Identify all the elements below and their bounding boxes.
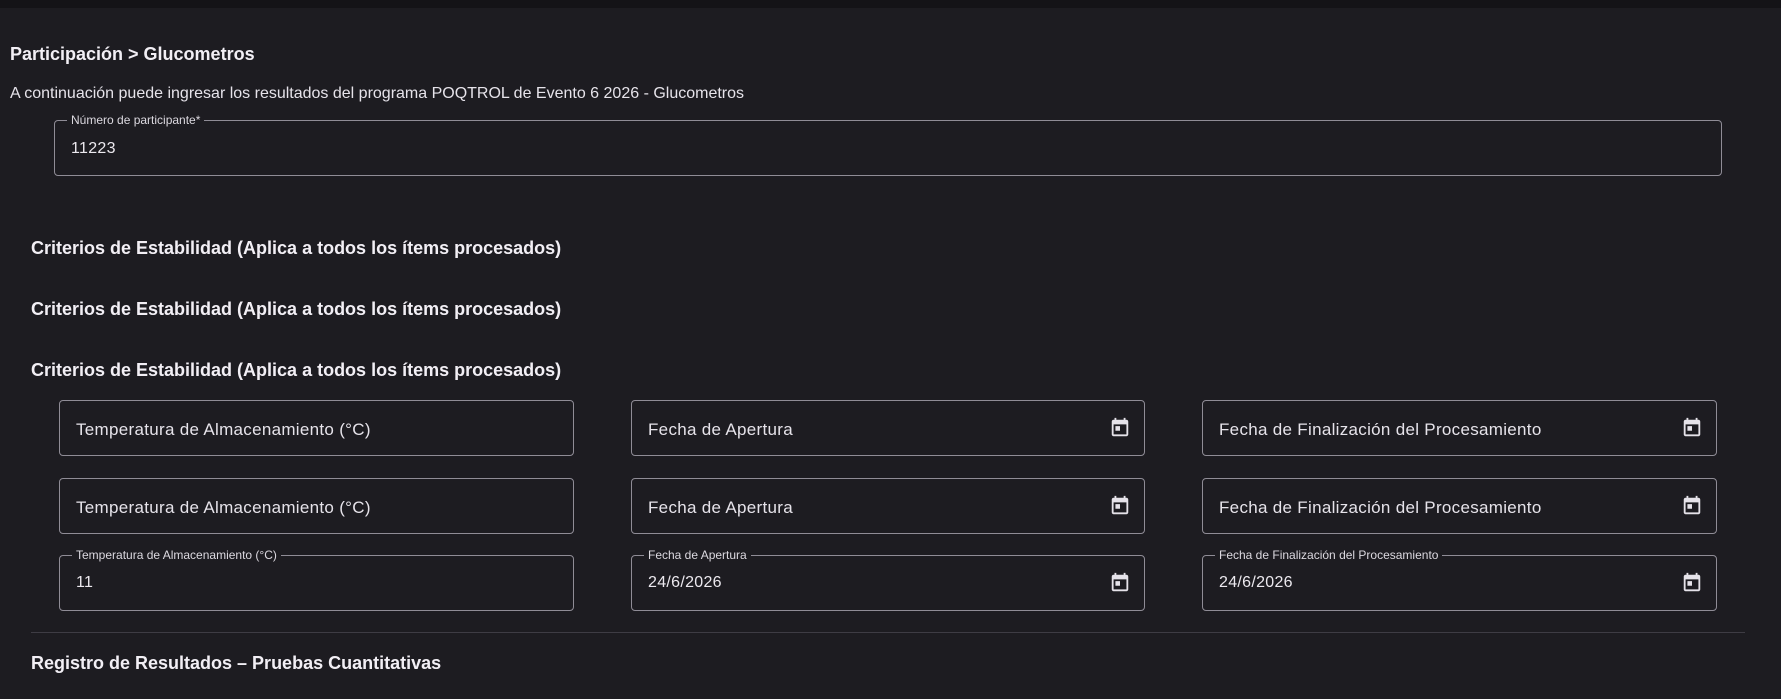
temperature-field-2[interactable]: Temperatura de Almacenamiento (°C) (59, 478, 574, 534)
breadcrumb: Participación > Glucometros (10, 44, 255, 64)
temperature-placeholder: Temperatura de Almacenamiento (°C) (76, 498, 371, 517)
results-title: Registro de Resultados – Pruebas Cuantit… (31, 653, 442, 673)
end-date-value: 24/6/2026 (1219, 574, 1293, 591)
end-date-label: Fecha de Finalización del Procesamiento (1215, 548, 1443, 562)
temperature-field-3[interactable]: Temperatura de Almacenamiento (°C) 11 (59, 548, 574, 611)
calendar-icon[interactable] (1109, 417, 1131, 439)
opening-date-value: 24/6/2026 (648, 574, 722, 591)
participant-number-label: Número de participante* (67, 113, 205, 127)
opening-date-label: Fecha de Apertura (644, 548, 751, 562)
opening-date-placeholder: Fecha de Apertura (648, 420, 793, 439)
opening-date-field-3[interactable]: Fecha de Apertura 24/6/2026 (631, 548, 1145, 611)
temperature-field-1[interactable]: Temperatura de Almacenamiento (°C) (59, 400, 574, 456)
end-date-placeholder: Fecha de Finalización del Procesamiento (1219, 498, 1542, 517)
temperature-placeholder: Temperatura de Almacenamiento (°C) (76, 420, 371, 439)
calendar-icon[interactable] (1681, 572, 1703, 594)
calendar-icon[interactable] (1109, 572, 1131, 594)
calendar-icon[interactable] (1109, 495, 1131, 517)
top-bar (0, 0, 1781, 8)
opening-date-field-1[interactable]: Fecha de Apertura (631, 400, 1145, 456)
intro-text: A continuación puede ingresar los result… (10, 85, 745, 102)
section-divider (31, 632, 1745, 633)
end-date-placeholder: Fecha de Finalización del Procesamiento (1219, 420, 1542, 439)
participant-number-value: 11223 (71, 140, 116, 157)
temperature-value: 11 (76, 574, 94, 591)
calendar-icon[interactable] (1681, 495, 1703, 517)
temperature-label: Temperatura de Almacenamiento (°C) (72, 548, 281, 562)
end-date-field-2[interactable]: Fecha de Finalización del Procesamiento (1202, 478, 1717, 534)
end-date-field-1[interactable]: Fecha de Finalización del Procesamiento (1202, 400, 1717, 456)
stability-title-3: Criterios de Estabilidad (Aplica a todos… (31, 360, 562, 380)
opening-date-placeholder: Fecha de Apertura (648, 498, 793, 517)
opening-date-field-2[interactable]: Fecha de Apertura (631, 478, 1145, 534)
participant-number-field[interactable]: Número de participante* 11223 (54, 113, 1722, 176)
stability-title-2: Criterios de Estabilidad (Aplica a todos… (31, 299, 562, 319)
stability-title-1: Criterios de Estabilidad (Aplica a todos… (31, 238, 562, 258)
end-date-field-3[interactable]: Fecha de Finalización del Procesamiento … (1202, 548, 1717, 611)
calendar-icon[interactable] (1681, 417, 1703, 439)
